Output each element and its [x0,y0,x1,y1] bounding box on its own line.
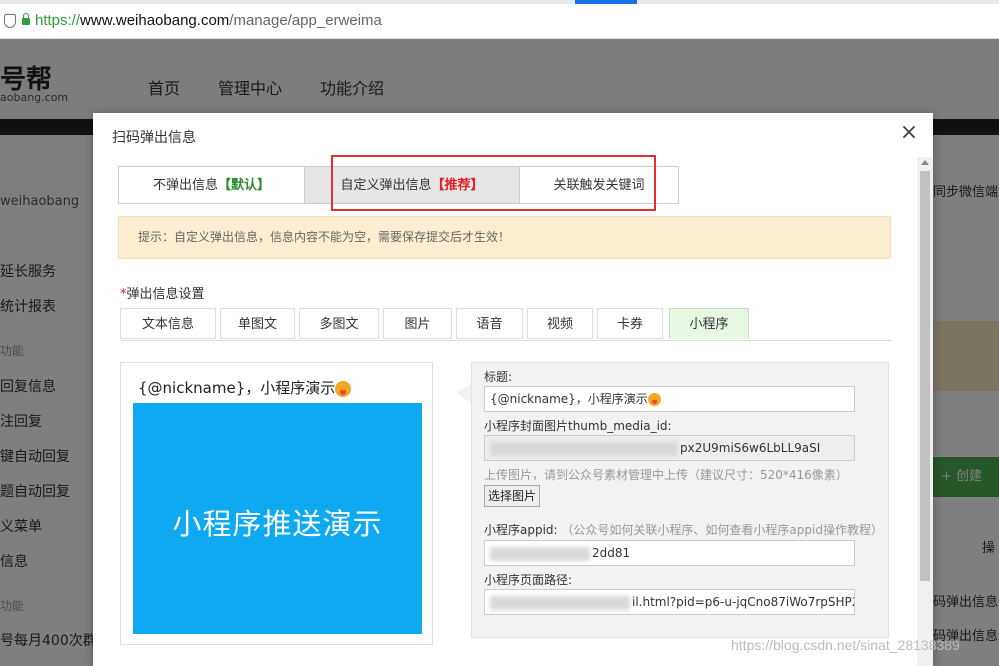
title-input-value: {@nickname}，小程序演示 [490,392,648,406]
section-label-text: 弹出信息设置 [126,287,205,302]
tongue-emoji-icon [335,380,352,397]
close-icon[interactable]: × [899,122,919,144]
title-label: 标题: [484,370,513,384]
upload-hint: 上传图片，请到公众号素材管理中上传（建议尺寸：520*416像素） [484,468,848,482]
tip-banner: 提示：自定义弹出信息，信息内容不能为空，需要保存提交后才生效！ [118,216,891,259]
url-host: www.weihaobang.com [80,12,230,29]
message-preview: {@nickname}，小程序演示 小程序推送演示 [120,362,433,645]
default-badge: 【默认】 [218,178,271,193]
scan-popup-modal: 扫码弹出信息 × 不弹出信息【默认】 自定义弹出信息【推荐】 关联触发关键词 提… [93,113,933,666]
thumb-label: 小程序封面图片thumb_media_id: [484,419,672,433]
watermark: https://blog.csdn.net/sinat_28138389 [731,637,960,653]
redacted-text [490,441,678,456]
section-label: *弹出信息设置 [120,283,205,302]
modal-scrollbar[interactable] [917,157,933,666]
type-tabs: 文本信息 单图文 多图文 图片 语音 视频 卡券 小程序 [120,308,891,341]
preview-title-text: {@nickname}，小程序演示 [138,379,336,397]
scrollbar-thumb[interactable] [920,171,930,581]
preview-image-text: 小程序推送演示 [172,507,383,541]
tab-image[interactable]: 图片 [383,308,452,339]
url-text[interactable]: https://www.weihaobang.com/manage/app_er… [35,12,382,29]
page-path-input[interactable]: il.html?pid=p6-u-jqCno87iWo7rpSHP2 [484,589,855,615]
tab-text[interactable]: 文本信息 [120,308,216,339]
tab-no-popup-label: 不弹出信息 [152,178,218,193]
url-path: /manage/app_erweima [229,12,382,29]
tab-multi-news[interactable]: 多图文 [299,308,379,339]
thumb-media-id-value: px2U9miS6w6LbLL9aSI [680,441,821,455]
tab-card[interactable]: 卡券 [597,308,663,339]
preview-title: {@nickname}，小程序演示 [138,377,352,398]
lock-icon [22,13,30,25]
tab-voice[interactable]: 语音 [456,308,523,339]
choose-image-button[interactable]: 选择图片 [484,485,541,507]
redacted-text [490,546,590,561]
tongue-emoji-icon [647,393,661,406]
shield-icon[interactable] [4,14,16,28]
address-bar[interactable]: https://www.weihaobang.com/manage/app_er… [0,4,999,39]
path-label: 小程序页面路径: [484,573,573,587]
thumb-media-id-field[interactable]: px2U9miS6w6LbLL9aSI [484,435,855,461]
tab-video[interactable]: 视频 [527,308,593,339]
highlight-box [331,155,656,211]
appid-label-text: 小程序appid: [484,523,558,537]
title-input[interactable]: {@nickname}，小程序演示 [484,386,855,412]
tab-miniprogram[interactable]: 小程序 [669,308,749,339]
appid-value: 2dd81 [592,546,631,560]
scroll-up-icon[interactable] [921,160,929,165]
callout-arrow [457,383,471,403]
tab-no-popup[interactable]: 不弹出信息【默认】 [118,166,305,204]
appid-help-link[interactable]: （公众号如何关联小程序、如何查看小程序appid操作教程） [561,523,883,537]
appid-input[interactable]: 2dd81 [484,540,855,566]
page-path-value: il.html?pid=p6-u-jqCno87iWo7rpSHP2 [632,595,855,609]
url-scheme: https:// [35,12,81,29]
modal-title: 扫码弹出信息 [112,130,196,146]
miniprogram-form: 标题: {@nickname}，小程序演示 小程序封面图片thumb_media… [471,362,889,638]
tab-single-news[interactable]: 单图文 [220,308,295,339]
redacted-text [490,595,630,610]
appid-label: 小程序appid: （公众号如何关联小程序、如何查看小程序appid操作教程） [484,521,883,538]
preview-cover-image: 小程序推送演示 [133,403,422,634]
